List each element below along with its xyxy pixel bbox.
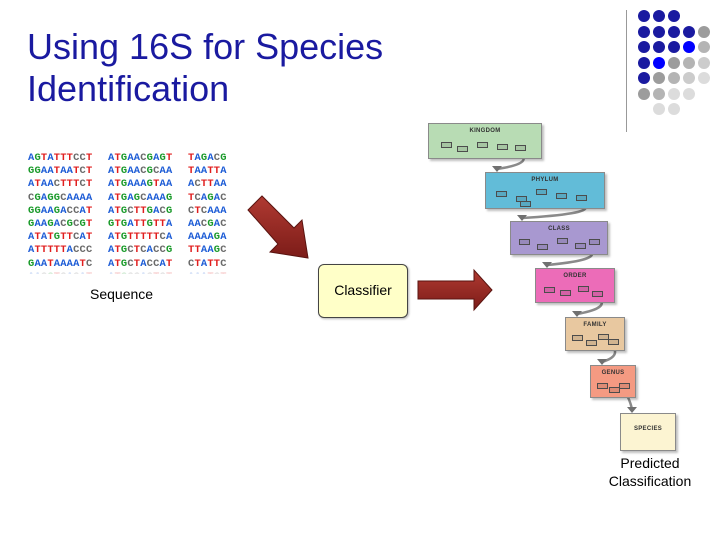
taxon-box-genus: GENUS bbox=[590, 365, 636, 398]
taxon-node bbox=[544, 287, 555, 293]
predicted-classification-label: Predicted Classification bbox=[590, 454, 710, 490]
classifier-label: Classifier bbox=[334, 282, 392, 298]
taxon-node bbox=[441, 142, 452, 148]
taxon-box-order: ORDER bbox=[535, 268, 615, 303]
taxon-node bbox=[536, 189, 547, 195]
taxon-node bbox=[537, 244, 548, 250]
taxon-label: FAMILY bbox=[583, 322, 607, 328]
taxon-node bbox=[592, 291, 603, 297]
taxon-node bbox=[575, 243, 586, 249]
taxon-node bbox=[457, 146, 468, 152]
taxon-label: CLASS bbox=[548, 226, 570, 232]
predicted-label-line-1: Predicted bbox=[620, 455, 680, 471]
taxon-node bbox=[576, 195, 587, 201]
taxon-node bbox=[496, 191, 507, 197]
taxon-node bbox=[557, 238, 568, 244]
taxonomy-hierarchy-image: KINGDOM PHYLUM CLASS ORDER FAMILY GENUS SPECIE… bbox=[420, 120, 676, 460]
taxon-node bbox=[608, 339, 619, 345]
taxon-box-kingdom: KINGDOM bbox=[428, 123, 542, 159]
taxon-node bbox=[578, 286, 589, 292]
taxon-box-phylum: PHYLUM bbox=[485, 172, 605, 209]
taxon-node bbox=[556, 193, 567, 199]
taxon-node bbox=[597, 383, 608, 389]
taxon-node bbox=[589, 239, 600, 245]
diagonal-arrow bbox=[247, 195, 309, 259]
taxon-box-family: FAMILY bbox=[565, 317, 625, 351]
taxon-node bbox=[520, 201, 531, 207]
taxon-node bbox=[497, 144, 508, 150]
taxon-label: PHYLUM bbox=[531, 177, 559, 183]
classifier-box: Classifier bbox=[318, 264, 408, 318]
taxon-label: KINGDOM bbox=[469, 128, 501, 134]
taxon-node bbox=[515, 145, 526, 151]
taxon-node bbox=[477, 142, 488, 148]
taxon-node bbox=[619, 383, 630, 389]
taxon-node bbox=[519, 239, 530, 245]
taxon-node bbox=[586, 340, 597, 346]
taxon-label: SPECIES bbox=[633, 426, 663, 432]
predicted-label-line-2: Classification bbox=[608, 473, 692, 489]
taxon-node bbox=[572, 335, 583, 341]
taxon-box-class: CLASS bbox=[510, 221, 608, 255]
taxon-node bbox=[560, 290, 571, 296]
taxon-label: ORDER bbox=[563, 273, 587, 279]
taxon-box-species: SPECIES bbox=[620, 413, 676, 451]
taxon-label: GENUS bbox=[601, 370, 625, 376]
